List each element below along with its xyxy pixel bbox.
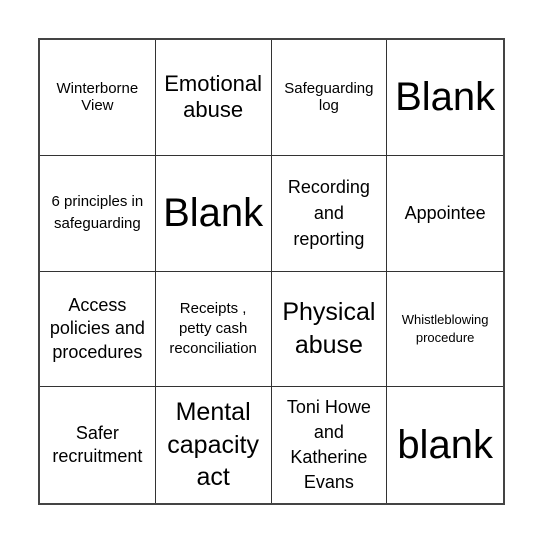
cell-label: Blank <box>163 191 264 236</box>
cell-label: 6 principles in safeguarding <box>51 193 144 233</box>
bingo-cell-appointee[interactable]: Appointee <box>387 156 503 272</box>
cell-label: Appointee <box>404 202 486 223</box>
bingo-cell-whistleblowing[interactable]: Whistleblowing procedure <box>387 272 503 388</box>
cell-label: Recording and reporting <box>287 176 370 250</box>
bingo-cell-toni-howe[interactable]: Toni Howe and Katherine Evans <box>272 387 388 503</box>
cell-label: Safer recruitment <box>52 422 143 467</box>
bingo-cell-access-policies[interactable]: Access policies and procedures <box>40 271 156 388</box>
cell-label: blank <box>397 423 493 468</box>
cell-label: Winterborne View <box>56 80 139 115</box>
bingo-cell-winterborne-view[interactable]: Winterborne View <box>40 40 156 156</box>
cell-label: Access policies and procedures <box>49 294 145 362</box>
cell-label: Blank <box>395 75 496 120</box>
bingo-cell-emotional-abuse[interactable]: Emotional abuse <box>155 40 272 156</box>
bingo-cell-receipts[interactable]: Receipts , petty cash reconciliation <box>155 271 272 388</box>
cell-label: Physical abuse <box>282 298 376 359</box>
bingo-cell-recording-and-reporting[interactable]: Recording and reporting <box>271 155 388 272</box>
bingo-cell-safer-recruitment[interactable]: Safer recruitment <box>40 387 156 503</box>
bingo-cell-mental-capacity-act[interactable]: Mental capacity act <box>156 387 272 503</box>
bingo-board: Winterborne View Emotional abuse Safegua… <box>38 38 505 505</box>
cell-label: Safeguarding log <box>284 80 374 115</box>
cell-label: Toni Howe and Katherine Evans <box>286 396 371 493</box>
bingo-cell-safeguarding-log[interactable]: Safeguarding log <box>271 40 388 156</box>
bingo-cell-blank-3[interactable]: blank <box>387 387 503 503</box>
bingo-cell-blank-2[interactable]: Blank <box>155 155 272 272</box>
bingo-cell-6-principles[interactable]: 6 principles in safeguarding <box>40 155 156 272</box>
cell-label: Receipts , petty cash reconciliation <box>169 299 257 358</box>
cell-label: Mental capacity act <box>167 398 259 492</box>
bingo-cell-physical-abuse[interactable]: Physical abuse <box>271 271 388 388</box>
cell-label: Emotional abuse <box>164 70 263 123</box>
bingo-cell-blank-1[interactable]: Blank <box>387 40 503 156</box>
cell-label: Whistleblowing procedure <box>401 311 489 345</box>
